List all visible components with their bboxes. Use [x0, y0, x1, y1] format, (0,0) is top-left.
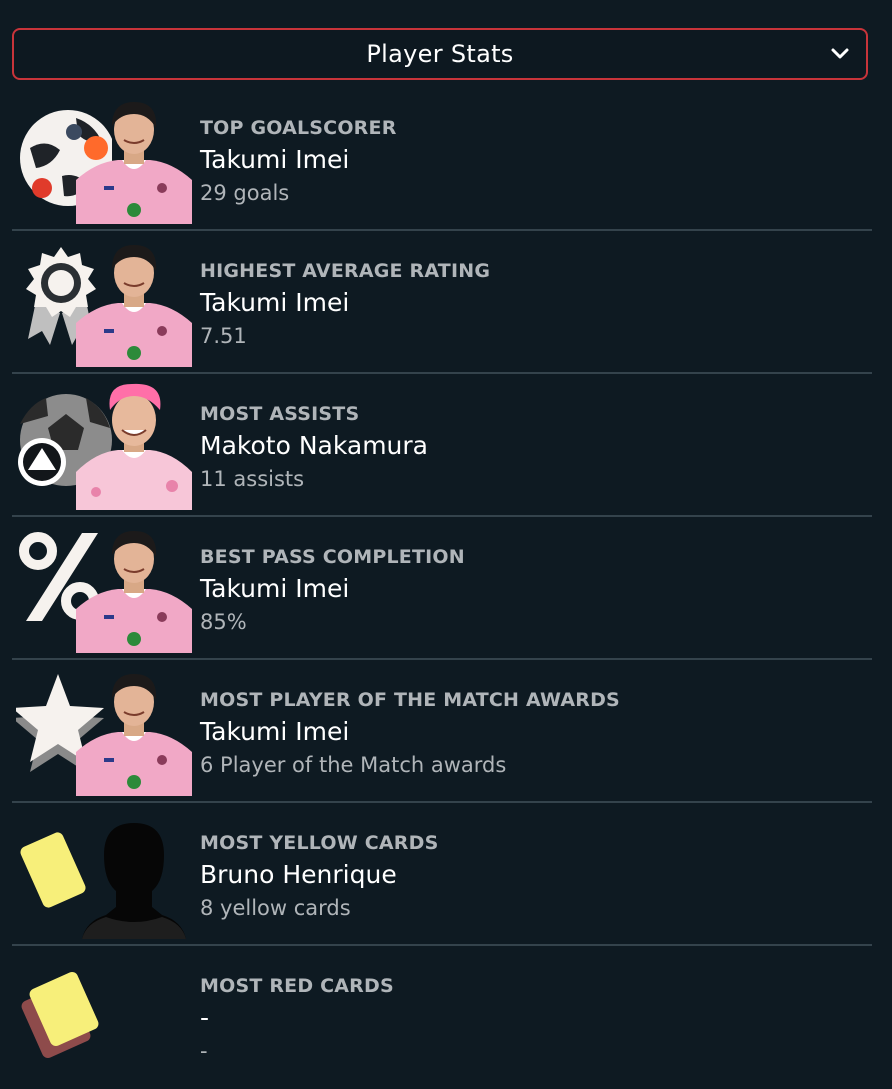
player-portrait-pink-hair [76, 383, 192, 510]
stat-row-top-goalscorer[interactable]: TOP GOALSCORER Takumi Imei 29 goals [12, 88, 872, 231]
silhouette-portrait [82, 823, 186, 939]
stat-category: BEST PASS COMPLETION [200, 546, 465, 568]
player-portrait [76, 674, 192, 796]
player-portrait [76, 245, 192, 367]
stat-player-name: Takumi Imei [200, 574, 350, 603]
stat-text: MOST PLAYER OF THE MATCH AWARDS Takumi I… [200, 688, 620, 780]
stat-text: BEST PASS COMPLETION Takumi Imei 85% [200, 545, 465, 637]
stat-player-name: Bruno Henrique [200, 860, 397, 889]
stat-value: - [200, 1039, 208, 1063]
stat-player-name: - [200, 1003, 210, 1032]
chevron-down-icon [831, 48, 849, 59]
stat-value: 29 goals [200, 181, 290, 205]
player-portrait [76, 531, 192, 653]
stat-text: TOP GOALSCORER Takumi Imei 29 goals [200, 116, 397, 208]
player-portrait [76, 102, 192, 224]
stat-row-most-assists[interactable]: MOST ASSISTS Makoto Nakamura 11 assists [12, 374, 872, 517]
stat-category: MOST PLAYER OF THE MATCH AWARDS [200, 689, 620, 711]
stat-category: MOST RED CARDS [200, 975, 394, 997]
player-stats-screen: Player Stats TOP GOALSCORER Takumi Imei … [0, 0, 892, 1087]
stat-category: MOST ASSISTS [200, 403, 360, 425]
stat-value: 6 Player of the Match awards [200, 753, 507, 777]
stat-value: 7.51 [200, 324, 247, 348]
stat-row-best-pass-completion[interactable]: BEST PASS COMPLETION Takumi Imei 85% [12, 517, 872, 660]
stat-text: MOST ASSISTS Makoto Nakamura 11 assists [200, 402, 428, 494]
stats-dropdown-label: Player Stats [366, 40, 514, 68]
stat-player-name: Takumi Imei [200, 717, 350, 746]
stat-value: 8 yellow cards [200, 896, 351, 920]
stats-dropdown[interactable]: Player Stats [12, 28, 868, 80]
stat-row-most-potm-awards[interactable]: MOST PLAYER OF THE MATCH AWARDS Takumi I… [12, 660, 872, 803]
stats-list: TOP GOALSCORER Takumi Imei 29 goals HIGH… [12, 88, 872, 1089]
stat-text: HIGHEST AVERAGE RATING Takumi Imei 7.51 [200, 259, 490, 351]
stat-row-most-yellow-cards[interactable]: MOST YELLOW CARDS Bruno Henrique 8 yello… [12, 803, 872, 946]
stat-text: MOST YELLOW CARDS Bruno Henrique 8 yello… [200, 831, 438, 923]
stat-category: TOP GOALSCORER [200, 117, 397, 139]
stat-row-most-red-cards[interactable]: MOST RED CARDS - - [12, 946, 872, 1089]
stat-player-name: Takumi Imei [200, 288, 350, 317]
stat-value: 85% [200, 610, 247, 634]
stat-value: 11 assists [200, 467, 305, 491]
stat-row-highest-average-rating[interactable]: HIGHEST AVERAGE RATING Takumi Imei 7.51 [12, 231, 872, 374]
stat-text: MOST RED CARDS - - [200, 974, 394, 1066]
stat-category: HIGHEST AVERAGE RATING [200, 260, 491, 282]
stat-category: MOST YELLOW CARDS [200, 832, 439, 854]
red-card-icon [21, 972, 99, 1058]
stat-player-name: Takumi Imei [200, 145, 350, 174]
stat-player-name: Makoto Nakamura [200, 431, 428, 460]
